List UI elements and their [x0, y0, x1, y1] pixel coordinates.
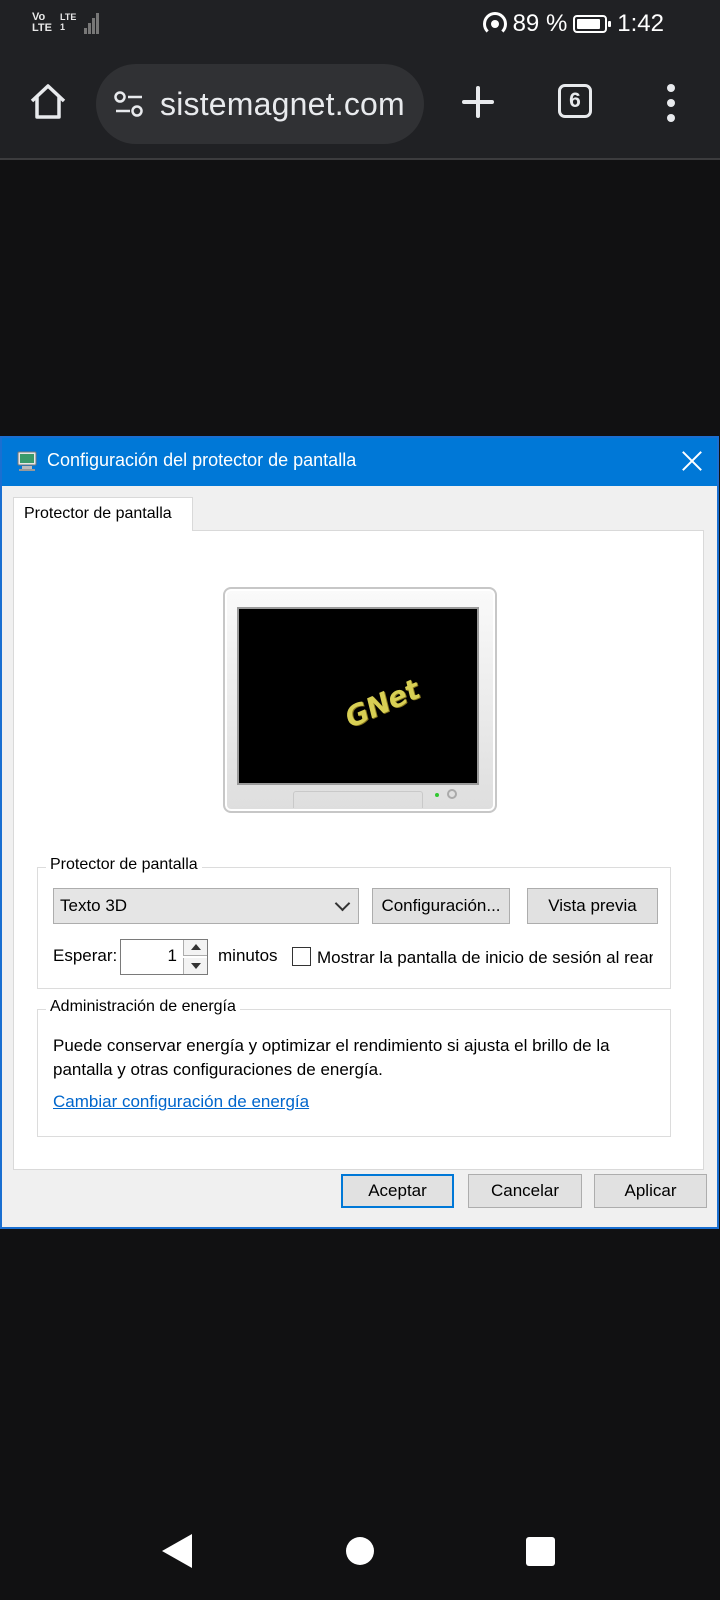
new-tab-icon[interactable]	[460, 84, 496, 120]
minutes-label: minutos	[218, 946, 278, 965]
chevron-down-icon	[334, 895, 351, 912]
clock: 1:42	[617, 10, 664, 37]
group-legend-screensaver: Protector de pantalla	[46, 856, 202, 874]
tab-switcher-icon[interactable]: 6	[558, 84, 592, 118]
site-settings-icon[interactable]	[114, 90, 144, 118]
preview-screen: GNet	[239, 609, 477, 783]
group-legend-energy: Administración de energía	[46, 998, 240, 1016]
configuration-button[interactable]: Configuración...	[372, 888, 510, 924]
status-right: 89 % 1:42	[482, 10, 664, 38]
power-button-icon	[447, 789, 457, 799]
screensaver-dialog: Configuración del protector de pantalla …	[0, 436, 719, 1229]
signal-bars-icon	[84, 12, 100, 34]
more-menu-icon[interactable]	[666, 84, 676, 122]
cancel-button[interactable]: Cancelar	[468, 1174, 582, 1208]
dialog-titlebar: Configuración del protector de pantalla	[2, 438, 717, 486]
change-power-settings-link[interactable]: Cambiar configuración de energía	[53, 1092, 309, 1112]
battery-percent: 89 %	[512, 10, 568, 37]
screensaver-select[interactable]: Texto 3D	[53, 888, 359, 924]
close-icon[interactable]	[681, 450, 703, 472]
hotspot-icon	[482, 12, 507, 36]
apply-button[interactable]: Aplicar	[594, 1174, 707, 1208]
recents-icon[interactable]	[526, 1537, 555, 1566]
wait-label: Esperar:	[53, 946, 118, 965]
monitor-preview: GNet	[223, 587, 497, 813]
power-led	[435, 793, 439, 797]
screensaver-selected: Texto 3D	[60, 896, 128, 915]
wait-minutes-stepper[interactable]: 1	[120, 939, 208, 975]
screensaver-group: Protector de pantalla Texto 3D Configura…	[37, 856, 671, 989]
tab-screensaver[interactable]: Protector de pantalla	[13, 497, 193, 531]
monitor-app-icon	[17, 451, 37, 471]
lte-label: LTE	[60, 12, 77, 22]
back-icon[interactable]	[162, 1534, 192, 1568]
energy-group: Administración de energía Puede conserva…	[37, 998, 671, 1137]
status-bar: Vo LTE LTE 1 89 % 1:42	[0, 0, 720, 50]
preview-button[interactable]: Vista previa	[527, 888, 658, 924]
logon-checkbox-label[interactable]: Mostrar la pantalla de inicio de sesión …	[317, 948, 653, 968]
network-indicator: Vo LTE	[32, 12, 52, 34]
monitor-bezel-slot	[293, 791, 423, 808]
home-icon[interactable]	[28, 82, 68, 122]
lte-indicator: LTE 1	[60, 12, 76, 32]
stepper-up-icon[interactable]	[183, 940, 207, 956]
energy-description: Puede conservar energía y optimizar el r…	[53, 1036, 610, 1079]
volte-lte-label: LTE	[32, 22, 52, 34]
stepper-down-icon[interactable]	[183, 958, 207, 974]
home-nav-icon[interactable]	[346, 1537, 374, 1565]
ok-button[interactable]: Aceptar	[341, 1174, 454, 1208]
wait-value[interactable]: 1	[168, 946, 177, 966]
battery-icon	[573, 15, 612, 33]
preview-3d-text: GNet	[342, 671, 423, 736]
browser-toolbar: sistemagnet.com 6	[0, 50, 720, 160]
tab-panel: GNet Protector de pantalla Texto 3D Conf…	[13, 530, 704, 1170]
sim-label: 1	[60, 22, 66, 32]
logon-checkbox[interactable]	[292, 947, 311, 966]
battery-fill	[577, 19, 601, 29]
url-text[interactable]: sistemagnet.com	[160, 86, 405, 123]
address-bar[interactable]: sistemagnet.com	[96, 64, 424, 144]
dialog-title: Configuración del protector de pantalla	[47, 450, 357, 470]
